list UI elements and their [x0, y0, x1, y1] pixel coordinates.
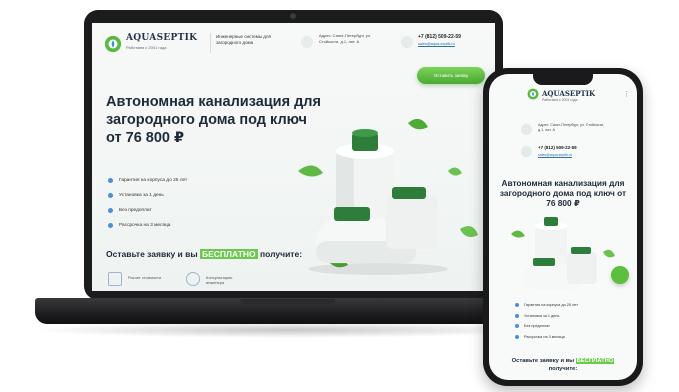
bullet-icon	[515, 334, 519, 339]
hero-title: Автономная канализация для загородного д…	[499, 178, 627, 208]
location-pin-icon	[301, 36, 313, 48]
offer-highlight: БЕСПЛАТНО	[200, 249, 258, 259]
bullet-icon	[515, 303, 519, 308]
phone-icon	[521, 146, 532, 157]
septic-tank-illustration	[298, 118, 478, 275]
header-systems-text: Инженерные системы для загородного дома	[216, 34, 271, 45]
phone-icon	[401, 36, 413, 48]
benefit-text: Установка за 1 день	[119, 193, 164, 198]
bullet-icon	[108, 193, 113, 198]
header-address: Адрес: Санкт-Петербург, ул. Стойкости, д…	[319, 33, 372, 44]
laptop: AQUASEPTIK Работаем с 2001 года Инженерн…	[84, 10, 503, 300]
list-item: Рассрочка на 3 месяца	[515, 332, 578, 343]
phone-notch	[533, 74, 593, 85]
calculator-icon	[108, 272, 122, 286]
header-email[interactable]: sales@aqua-septik.ru	[538, 153, 572, 157]
header-address: Адрес: Санкт-Петербург, ул. Стойкости, д…	[538, 123, 605, 132]
bullet-icon	[108, 208, 113, 213]
site-header: AQUASEPTIK Работаем с 2001 года Инженерн…	[92, 23, 495, 63]
offer-highlight: БЕСПЛАТНО	[575, 358, 615, 364]
benefits-list: Гарантия на корпуса до 25 лет Установка …	[108, 173, 187, 233]
list-item: Установка за 1 день	[515, 311, 578, 322]
leave-request-button[interactable]: Оставить заявку	[417, 67, 485, 84]
bullet-icon	[108, 178, 113, 183]
benefit-text: Рассрочка на 3 месяца	[524, 334, 565, 339]
benefit-text: Без предоплат	[524, 324, 550, 329]
brand-tagline: Работаем с 2001 года	[126, 45, 167, 50]
bullet-icon	[515, 324, 519, 329]
benefit-text: Гарантия на корпуса до 25 лет	[119, 178, 188, 183]
septic-tank-illustration	[511, 217, 615, 290]
offer-heading: Оставьте заявку и вы БЕСПЛАТНО получите:	[503, 357, 623, 373]
phone-screen: AQUASEPTIK Работаем с 2001 года ⋮ Адрес:…	[489, 74, 637, 380]
gift-consultation: Консультацию инженера	[206, 275, 233, 285]
brand-name[interactable]: AQUASEPTIK	[126, 33, 197, 43]
offer-text-end: получите:	[548, 366, 578, 372]
benefit-text: Рассрочка на 3 месяца	[119, 223, 171, 228]
list-item: Рассрочка на 3 месяца	[108, 218, 187, 233]
offer-heading: Оставьте заявку и вы БЕСПЛАТНО получите:	[106, 249, 302, 259]
device-mockup: AQUASEPTIK Работаем с 2001 года Инженерн…	[0, 0, 679, 392]
header-divider	[210, 33, 211, 53]
brand-tagline: Работаем с 2001 года	[542, 98, 578, 102]
laptop-notch	[240, 299, 335, 304]
list-item: Установка за 1 день	[108, 188, 187, 203]
bullet-icon	[515, 313, 519, 318]
offer-text: Оставьте заявку и вы	[106, 249, 200, 259]
gift-calculation: Расчет стоимости	[128, 275, 162, 280]
header-email[interactable]: sales@aqua-septik.ru	[418, 42, 455, 46]
benefit-text: Гарантия на корпуса до 25 лет	[524, 303, 579, 308]
laptop-shadow	[30, 322, 545, 338]
benefit-text: Установка за 1 день	[524, 313, 560, 318]
list-item: Без предоплат	[515, 321, 578, 332]
list-item: Без предоплат	[108, 203, 187, 218]
drop-logo-icon	[527, 88, 539, 100]
drop-logo-icon	[104, 35, 122, 53]
laptop-base	[35, 298, 538, 324]
laptop-screen: AQUASEPTIK Работаем с 2001 года Инженерн…	[92, 23, 495, 291]
offer-text: Оставьте заявку и вы	[511, 358, 576, 364]
location-pin-icon	[521, 124, 532, 135]
menu-icon[interactable]: ⋮	[623, 90, 630, 98]
phone: AQUASEPTIK Работаем с 2001 года ⋮ Адрес:…	[483, 68, 643, 386]
engineer-icon	[186, 272, 200, 286]
bullet-icon	[108, 223, 113, 228]
header-phone[interactable]: +7 (812) 509-22-59	[538, 145, 577, 150]
list-item: Гарантия на корпуса до 25 лет	[108, 173, 187, 188]
brand-name[interactable]: AQUASEPTIK	[542, 89, 595, 98]
list-item: Гарантия на корпуса до 25 лет	[515, 300, 578, 311]
benefit-text: Без предоплат	[119, 208, 152, 213]
camera-icon	[290, 13, 296, 19]
header-phone[interactable]: +7 (812) 509-22-59	[418, 34, 461, 40]
benefits-list: Гарантия на корпуса до 25 лет Установка …	[515, 300, 578, 342]
chat-button[interactable]	[611, 266, 629, 284]
